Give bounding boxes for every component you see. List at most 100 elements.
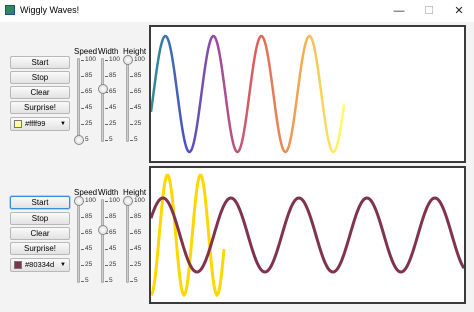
slider-tick-label: 5 xyxy=(85,277,89,284)
slider-tick xyxy=(81,265,84,266)
slider-tick xyxy=(105,108,108,109)
wave-svg xyxy=(151,34,346,154)
slider-tick-label: 100 xyxy=(85,197,96,204)
slider-tick-label: 65 xyxy=(134,88,142,95)
slider-tick xyxy=(130,281,133,282)
slider-tick xyxy=(105,249,108,250)
chevron-down-icon: ▼ xyxy=(60,121,66,127)
slider-tick xyxy=(81,92,84,93)
slider-tick xyxy=(130,233,133,234)
slider-track[interactable] xyxy=(101,58,104,142)
slider-tick-label: 45 xyxy=(109,245,117,252)
color-picker[interactable]: #ffff99 ▼ xyxy=(10,117,70,131)
slider-tick-label: 100 xyxy=(109,197,120,204)
slider-tick xyxy=(130,140,133,141)
clear-button[interactable]: Clear xyxy=(10,227,70,240)
slider-tick-label: 85 xyxy=(85,72,93,79)
slider-tick-label: 5 xyxy=(134,136,138,143)
slider-track[interactable] xyxy=(77,199,80,283)
slider-tick-label: 25 xyxy=(109,120,117,127)
slider-thumb[interactable] xyxy=(123,55,133,65)
slider-tick xyxy=(130,217,133,218)
slider-tick-label: 85 xyxy=(134,213,142,220)
slider-tick-label: 5 xyxy=(109,277,113,284)
color-picker-label: #ffff99 xyxy=(25,119,46,128)
slider-tick-label: 100 xyxy=(85,56,96,63)
slider-tick-label: 65 xyxy=(134,229,142,236)
wave-line-1 xyxy=(151,34,346,154)
slider-tick-label: 5 xyxy=(134,277,138,284)
start-button[interactable]: Start xyxy=(10,56,70,69)
slider-tick xyxy=(81,76,84,77)
color-picker-label: #80334d xyxy=(25,260,55,269)
slider-tick xyxy=(105,140,108,141)
slider-tick-label: 100 xyxy=(134,56,145,63)
slider-tick xyxy=(105,124,108,125)
slider-tick xyxy=(105,60,108,61)
window-title: Wiggly Waves! xyxy=(20,5,80,15)
slider-tick xyxy=(81,249,84,250)
wave-panel-2: Start Stop Clear Surprise! #80334d ▼ Spe… xyxy=(0,163,474,308)
wave-line-dark xyxy=(151,196,464,274)
slider-tick-label: 45 xyxy=(134,104,142,111)
slider-tick xyxy=(105,76,108,77)
width-label: Width xyxy=(98,188,119,197)
slider-tick xyxy=(81,233,84,234)
slider-tick-label: 5 xyxy=(85,136,89,143)
slider-tick xyxy=(130,76,133,77)
slider-tick-label: 25 xyxy=(134,261,142,268)
width-label: Width xyxy=(98,47,119,56)
slider-tick-label: 25 xyxy=(134,120,142,127)
color-picker[interactable]: #80334d ▼ xyxy=(10,258,70,272)
color-swatch xyxy=(14,120,22,128)
wave-svg xyxy=(151,173,464,298)
slider-tick-label: 25 xyxy=(85,261,93,268)
start-button[interactable]: Start xyxy=(10,196,70,209)
surprise-button[interactable]: Surprise! xyxy=(10,101,70,114)
stop-button[interactable]: Stop xyxy=(10,71,70,84)
surprise-button[interactable]: Surprise! xyxy=(10,242,70,255)
stop-button[interactable]: Stop xyxy=(10,212,70,225)
slider-thumb[interactable] xyxy=(123,196,133,206)
slider-tick-label: 45 xyxy=(134,245,142,252)
slider-tick-label: 65 xyxy=(109,88,117,95)
wave-canvas[interactable] xyxy=(149,25,466,163)
title-bar: Wiggly Waves! — ☐ ✕ xyxy=(0,0,474,22)
slider-tick xyxy=(130,92,133,93)
slider-tick xyxy=(105,281,108,282)
slider-tick xyxy=(81,217,84,218)
slider-track[interactable] xyxy=(77,58,80,142)
color-swatch xyxy=(14,261,22,269)
clear-button[interactable]: Clear xyxy=(10,86,70,99)
maximize-button[interactable]: ☐ xyxy=(414,0,444,22)
slider-tick xyxy=(81,60,84,61)
slider-tick xyxy=(130,249,133,250)
wave-panel-1: Start Stop Clear Surprise! #ffff99 ▼ Spe… xyxy=(0,22,474,167)
slider-tick-label: 65 xyxy=(85,88,93,95)
wave-canvas[interactable] xyxy=(149,166,466,304)
slider-tick xyxy=(81,108,84,109)
slider-track[interactable] xyxy=(126,199,129,283)
slider-tick xyxy=(105,201,108,202)
slider-tick-label: 45 xyxy=(85,245,93,252)
slider-tick-label: 100 xyxy=(134,197,145,204)
slider-thumb[interactable] xyxy=(74,196,84,206)
slider-tick xyxy=(130,124,133,125)
slider-tick-label: 5 xyxy=(109,136,113,143)
slider-tick-label: 100 xyxy=(109,56,120,63)
slider-tick-label: 85 xyxy=(134,72,142,79)
slider-tick-label: 25 xyxy=(109,261,117,268)
slider-tick xyxy=(105,217,108,218)
slider-tick xyxy=(81,124,84,125)
minimize-button[interactable]: — xyxy=(384,0,414,22)
slider-tick-label: 65 xyxy=(109,229,117,236)
chevron-down-icon: ▼ xyxy=(60,262,66,268)
slider-tick-label: 25 xyxy=(85,120,93,127)
slider-tick-label: 85 xyxy=(85,213,93,220)
slider-thumb[interactable] xyxy=(74,135,84,145)
close-button[interactable]: ✕ xyxy=(444,0,474,22)
app-icon xyxy=(5,5,15,15)
slider-tick xyxy=(105,265,108,266)
slider-track[interactable] xyxy=(101,199,104,283)
slider-track[interactable] xyxy=(126,58,129,142)
